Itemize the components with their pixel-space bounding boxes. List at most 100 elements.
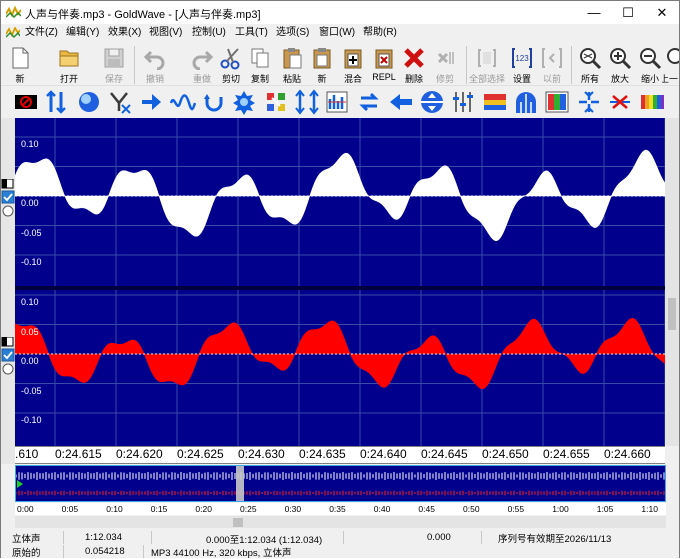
status-length: 1:12.034 [85, 532, 122, 543]
menu-options[interactable]: 选项(S) [276, 26, 309, 40]
trim-button[interactable]: 修剪 [430, 44, 460, 84]
timeline-label: 0:24.650 [482, 447, 529, 461]
resample-icon[interactable] [419, 89, 445, 115]
menu-control[interactable]: 控制(U) [192, 26, 226, 40]
maximize-button[interactable]: ☐ [611, 1, 645, 24]
y-axis-label: -0.05 [21, 227, 42, 238]
goldwave-window: 人声与伴奏.mp3 - GoldWave - [人声与伴奏.mp3] — ☐ ✕… [0, 0, 680, 559]
menu-help[interactable]: 帮助(R) [363, 26, 397, 40]
pitch-icon[interactable] [356, 89, 382, 115]
doppler-icon[interactable] [43, 89, 69, 115]
menu-edit[interactable]: 编辑(Y) [66, 26, 99, 40]
new-button[interactable]: 新 [5, 44, 35, 84]
zoom-in-icon [610, 48, 632, 70]
overview-time-label: 0:45 [418, 504, 435, 514]
trim-label: 修剪 [435, 74, 454, 84]
dc-offset-icon[interactable] [13, 89, 39, 115]
dynamics-icon[interactable] [76, 89, 102, 115]
copy-icon [251, 48, 269, 68]
status-divider [151, 531, 152, 544]
status-divider [63, 545, 64, 558]
open-button[interactable]: 打开 [54, 44, 84, 84]
overview-time-label: 0:40 [373, 504, 391, 514]
menu-file[interactable]: 文件(Z) [25, 26, 58, 40]
replace-icon [375, 49, 393, 69]
copy-button[interactable]: 复制 [245, 44, 275, 84]
right-channel-toggle[interactable] [1, 337, 15, 375]
zoom-out-button[interactable]: 缩小 [635, 44, 665, 84]
new-label: 新 [15, 74, 25, 84]
overview-waveform[interactable] [15, 465, 666, 502]
new-file-icon [12, 47, 29, 69]
select-all-icon [478, 49, 496, 67]
previous-icon [542, 48, 562, 68]
status-mode: 原始的 [12, 548, 41, 559]
timeline-label: 0:24.645 [421, 447, 468, 461]
waveform-view[interactable] [15, 118, 665, 446]
horizontal-scroll-thumb[interactable] [233, 518, 243, 527]
timeline-label: 0:24.655 [543, 447, 590, 461]
y-axis-label: 0.00 [21, 356, 39, 366]
horizontal-scrollbar[interactable] [15, 516, 666, 528]
zoom-previous-label: 上一 [662, 74, 679, 84]
y-axis-label: 0.10 [21, 297, 39, 307]
menu-view[interactable]: 视图(V) [149, 26, 182, 40]
equalizer-icon[interactable] [107, 89, 133, 115]
flanger-icon[interactable] [201, 89, 227, 115]
delete-button[interactable]: 删除 [399, 44, 429, 84]
trim-icon [437, 52, 454, 64]
fade-out-icon[interactable] [576, 89, 602, 115]
menu-window[interactable]: 窗口(W) [319, 26, 355, 40]
status-position: 0.000 [427, 532, 451, 543]
timeline-label: 0:24.660 [604, 447, 651, 461]
timeline-label: 0:24.640 [360, 447, 407, 461]
status-divider [481, 531, 482, 544]
paste-new-button[interactable]: 新 [307, 44, 337, 84]
noise-reduction-icon[interactable] [294, 89, 320, 115]
playback-rate-icon[interactable] [388, 89, 414, 115]
volume-icon[interactable] [482, 89, 508, 115]
save-button[interactable]: 保存 [99, 44, 129, 84]
echo-icon[interactable] [139, 89, 165, 115]
left-channel-toggle[interactable] [1, 179, 15, 217]
vertical-scrollbar[interactable] [665, 118, 679, 446]
left-channel-waveform [15, 149, 665, 241]
mix-button[interactable]: 混合 [338, 44, 368, 84]
fade-in-icon[interactable] [544, 89, 570, 115]
status-license: 序列号有效期至2026/11/13 [498, 534, 612, 545]
overview-canvas[interactable] [16, 466, 665, 501]
y-axis-label: 0.00 [21, 198, 39, 208]
toolbar-separator [466, 46, 467, 84]
overview-left-waveform [16, 472, 665, 480]
select-all-label: 全部选择 [468, 74, 505, 84]
invert-icon[interactable] [231, 89, 257, 115]
waveform-canvas[interactable] [15, 118, 665, 446]
previous-label: 以前 [542, 74, 561, 84]
menu-tools[interactable]: 工具(T) [235, 26, 268, 40]
undo-button[interactable]: 撤销 [140, 44, 170, 84]
timeline-label: 0:24.630 [238, 447, 285, 461]
svg-text:123: 123 [515, 54, 529, 63]
pan-icon[interactable] [324, 89, 350, 115]
minimize-button[interactable]: — [577, 1, 611, 24]
status-divider [143, 545, 144, 558]
overview-time-label: 0:00 [17, 504, 34, 514]
menu-effects[interactable]: 效果(X) [108, 26, 141, 40]
previous-button[interactable]: 以前 [537, 44, 567, 84]
vertical-scroll-thumb[interactable] [668, 298, 676, 330]
reverse-icon[interactable] [450, 89, 476, 115]
overview-right-waveform [16, 490, 665, 496]
channel-mixer-icon[interactable] [513, 89, 539, 115]
overview-time-label: 1:05 [596, 504, 614, 514]
select-all-button[interactable]: 全部选择 [469, 44, 505, 84]
mechanize-icon[interactable] [263, 89, 289, 115]
status-format: MP3 44100 Hz, 320 kbps, 立体声 [151, 548, 292, 559]
close-button[interactable]: ✕ [645, 1, 679, 24]
paste-new-icon [313, 48, 331, 69]
color-bars-icon[interactable] [639, 89, 665, 115]
zoom-previous-button[interactable]: 上一 [662, 44, 679, 84]
status-selection: 0.000至1:12.034 (1:12.034) [206, 535, 323, 546]
window-title: 人声与伴奏.mp3 - GoldWave - [人声与伴奏.mp3] [25, 9, 261, 21]
filter-icon[interactable] [170, 89, 196, 115]
spectrum-icon[interactable] [607, 89, 633, 115]
